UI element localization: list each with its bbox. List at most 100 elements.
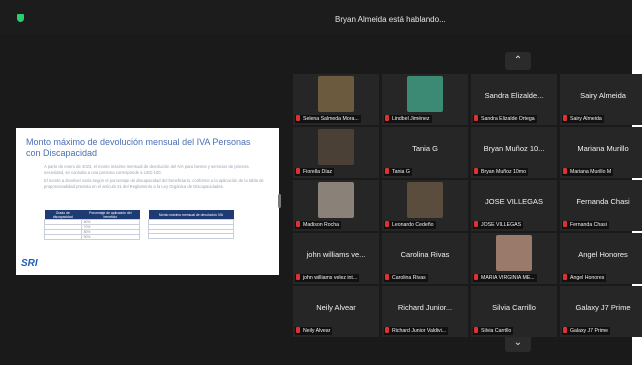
participant-video [407, 76, 443, 112]
muted-mic-icon [563, 115, 567, 121]
participant-tile[interactable]: Carolina Rivas Carolina Rivas [382, 233, 468, 284]
participant-label: Richard Junior Valdivi... [384, 327, 449, 335]
gallery-page-up-button[interactable]: ⌃ [505, 52, 531, 70]
participant-tile[interactable]: Richard Junior... Richard Junior Valdivi.… [382, 286, 468, 337]
participant-label-text: Bryan Muñoz 10mo [481, 169, 526, 175]
participant-display-name: Neily Alvear [316, 303, 356, 312]
participant-video [496, 235, 532, 271]
participant-label-text: Fiorella Díaz [303, 169, 333, 175]
participant-label-text: Silvia Carrillo [481, 328, 512, 334]
refund-amount-table: Monto máximo mensual de devolución IVA [148, 210, 234, 240]
shared-screen[interactable]: Monto máximo de devolución mensual del I… [16, 128, 279, 275]
muted-mic-icon [296, 168, 300, 174]
chevron-up-icon: ⌃ [513, 55, 523, 66]
participant-label: Fernanda Chasi [562, 221, 609, 229]
participant-tile[interactable]: Mariana Murillo Mariana Murillo M [560, 127, 642, 178]
participant-label: Fiorella Díaz [295, 168, 335, 176]
participant-display-name: Galaxy J7 Prime [575, 303, 631, 312]
participant-label: Tania G [384, 168, 412, 176]
slide-paragraph-2: El monto a devolver varía según el porce… [44, 178, 264, 189]
meeting-window: Bryan Almeida está hablando... Monto máx… [0, 0, 642, 365]
muted-mic-icon [296, 327, 300, 333]
participant-label: Lindbel Jiménez [384, 115, 432, 123]
table-header: Porcentaje de aplicación del beneficio [81, 210, 140, 220]
participant-label: john williams velez int... [295, 274, 360, 282]
participant-tile[interactable]: Leonardo Cedeño [382, 180, 468, 231]
disability-percentage-table: Grado de discapacidad Porcentaje de apli… [44, 210, 141, 240]
participant-tile[interactable]: Sandra Elizalde... Sandra Elizalde Ortega [471, 74, 557, 125]
participant-label-text: Sairy Almeida [570, 116, 602, 122]
participant-label: Silvia Carrillo [473, 327, 514, 335]
participant-tile[interactable]: Angel Honores Angel Honores [560, 233, 642, 284]
muted-mic-icon [385, 168, 389, 174]
table-row: 90% [44, 234, 141, 240]
participant-label-text: Lindbel Jiménez [392, 116, 430, 122]
participant-label-text: Madison Rocha [303, 222, 340, 228]
participant-label-text: Leonardo Cedeño [392, 222, 434, 228]
participant-label: Mariana Murillo M [562, 168, 614, 176]
participant-display-name: JOSE VILLEGAS [485, 197, 543, 206]
participant-tile[interactable]: MARIA VIRGINIA ME... [471, 233, 557, 284]
participant-label-text: Galaxy J7 Prime [570, 328, 609, 334]
muted-mic-icon [474, 221, 478, 227]
participant-label: Neily Alvear [295, 327, 333, 335]
participant-label-text: Neily Alvear [303, 328, 331, 334]
participant-tile[interactable]: Selena Salmeda Mora... [293, 74, 379, 125]
muted-mic-icon [296, 221, 300, 227]
muted-mic-icon [474, 274, 478, 280]
encryption-shield-icon[interactable] [17, 14, 24, 22]
participant-display-name: Mariana Murillo [577, 144, 629, 153]
muted-mic-icon [385, 221, 389, 227]
muted-mic-icon [474, 168, 478, 174]
participant-display-name: john williams ve... [306, 250, 366, 259]
muted-mic-icon [296, 274, 300, 280]
participant-tile[interactable]: Fiorella Díaz [293, 127, 379, 178]
participant-label: Sairy Almeida [562, 115, 604, 123]
muted-mic-icon [563, 221, 567, 227]
participant-label: Madison Rocha [295, 221, 342, 229]
table-header: Monto máximo mensual de devolución IVA [148, 210, 234, 220]
slide-paragraph-1: A partir de enero de 2023, el monto máxi… [44, 164, 249, 175]
participant-label-text: Richard Junior Valdivi... [392, 328, 447, 334]
participant-label-text: Selena Salmeda Mora... [303, 116, 359, 122]
participant-tile[interactable]: Neily Alvear Neily Alvear [293, 286, 379, 337]
participant-label-text: Fernanda Chasi [570, 222, 607, 228]
participant-tile[interactable]: Tania G Tania G [382, 127, 468, 178]
participant-tile[interactable]: Sairy Almeida Sairy Almeida [560, 74, 642, 125]
participant-label: Galaxy J7 Prime [562, 327, 611, 335]
participant-display-name: Carolina Rivas [400, 250, 450, 259]
participant-display-name: Sairy Almeida [580, 91, 626, 100]
participant-video [318, 76, 354, 112]
chevron-down-icon: ⌄ [513, 337, 523, 348]
participant-tile[interactable]: Lindbel Jiménez [382, 74, 468, 125]
participant-display-name: Silvia Carrillo [492, 303, 536, 312]
participant-label-text: MARIA VIRGINIA ME... [481, 275, 535, 281]
slide-body: A partir de enero de 2023, el monto máxi… [44, 164, 266, 192]
participant-tile[interactable]: Silvia Carrillo Silvia Carrillo [471, 286, 557, 337]
participant-tile[interactable]: Bryan Muñoz 10... Bryan Muñoz 10mo [471, 127, 557, 178]
participant-label: Carolina Rivas [384, 274, 428, 282]
participant-tile[interactable]: JOSE VILLEGAS JOSE VILLEGAS [471, 180, 557, 231]
participant-display-name: Fernanda Chasi [576, 197, 630, 206]
participant-label-text: Carolina Rivas [392, 275, 426, 281]
participant-tile[interactable]: Galaxy J7 Prime Galaxy J7 Prime [560, 286, 642, 337]
participant-label-text: john williams velez int... [303, 275, 358, 281]
muted-mic-icon [385, 327, 389, 333]
participant-label-text: JOSE VILLEGAS [481, 222, 522, 228]
table-header: Grado de discapacidad [44, 210, 82, 220]
participant-label-text: Angel Honores [570, 275, 605, 281]
participant-display-name: Angel Honores [578, 250, 628, 259]
muted-mic-icon [563, 327, 567, 333]
participant-display-name: Richard Junior... [397, 303, 453, 312]
participant-tile[interactable]: Fernanda Chasi Fernanda Chasi [560, 180, 642, 231]
muted-mic-icon [474, 115, 478, 121]
slide-title: Monto máximo de devolución mensual del I… [26, 137, 251, 158]
participant-tile[interactable]: john williams ve... john williams velez i… [293, 233, 379, 284]
muted-mic-icon [563, 274, 567, 280]
participant-label: Leonardo Cedeño [384, 221, 436, 229]
participant-label-text: Mariana Murillo M [570, 169, 612, 175]
table-row [148, 233, 234, 240]
participant-tile[interactable]: Madison Rocha [293, 180, 379, 231]
participant-label: Selena Salmeda Mora... [295, 115, 361, 123]
split-divider-handle[interactable] [278, 194, 281, 208]
